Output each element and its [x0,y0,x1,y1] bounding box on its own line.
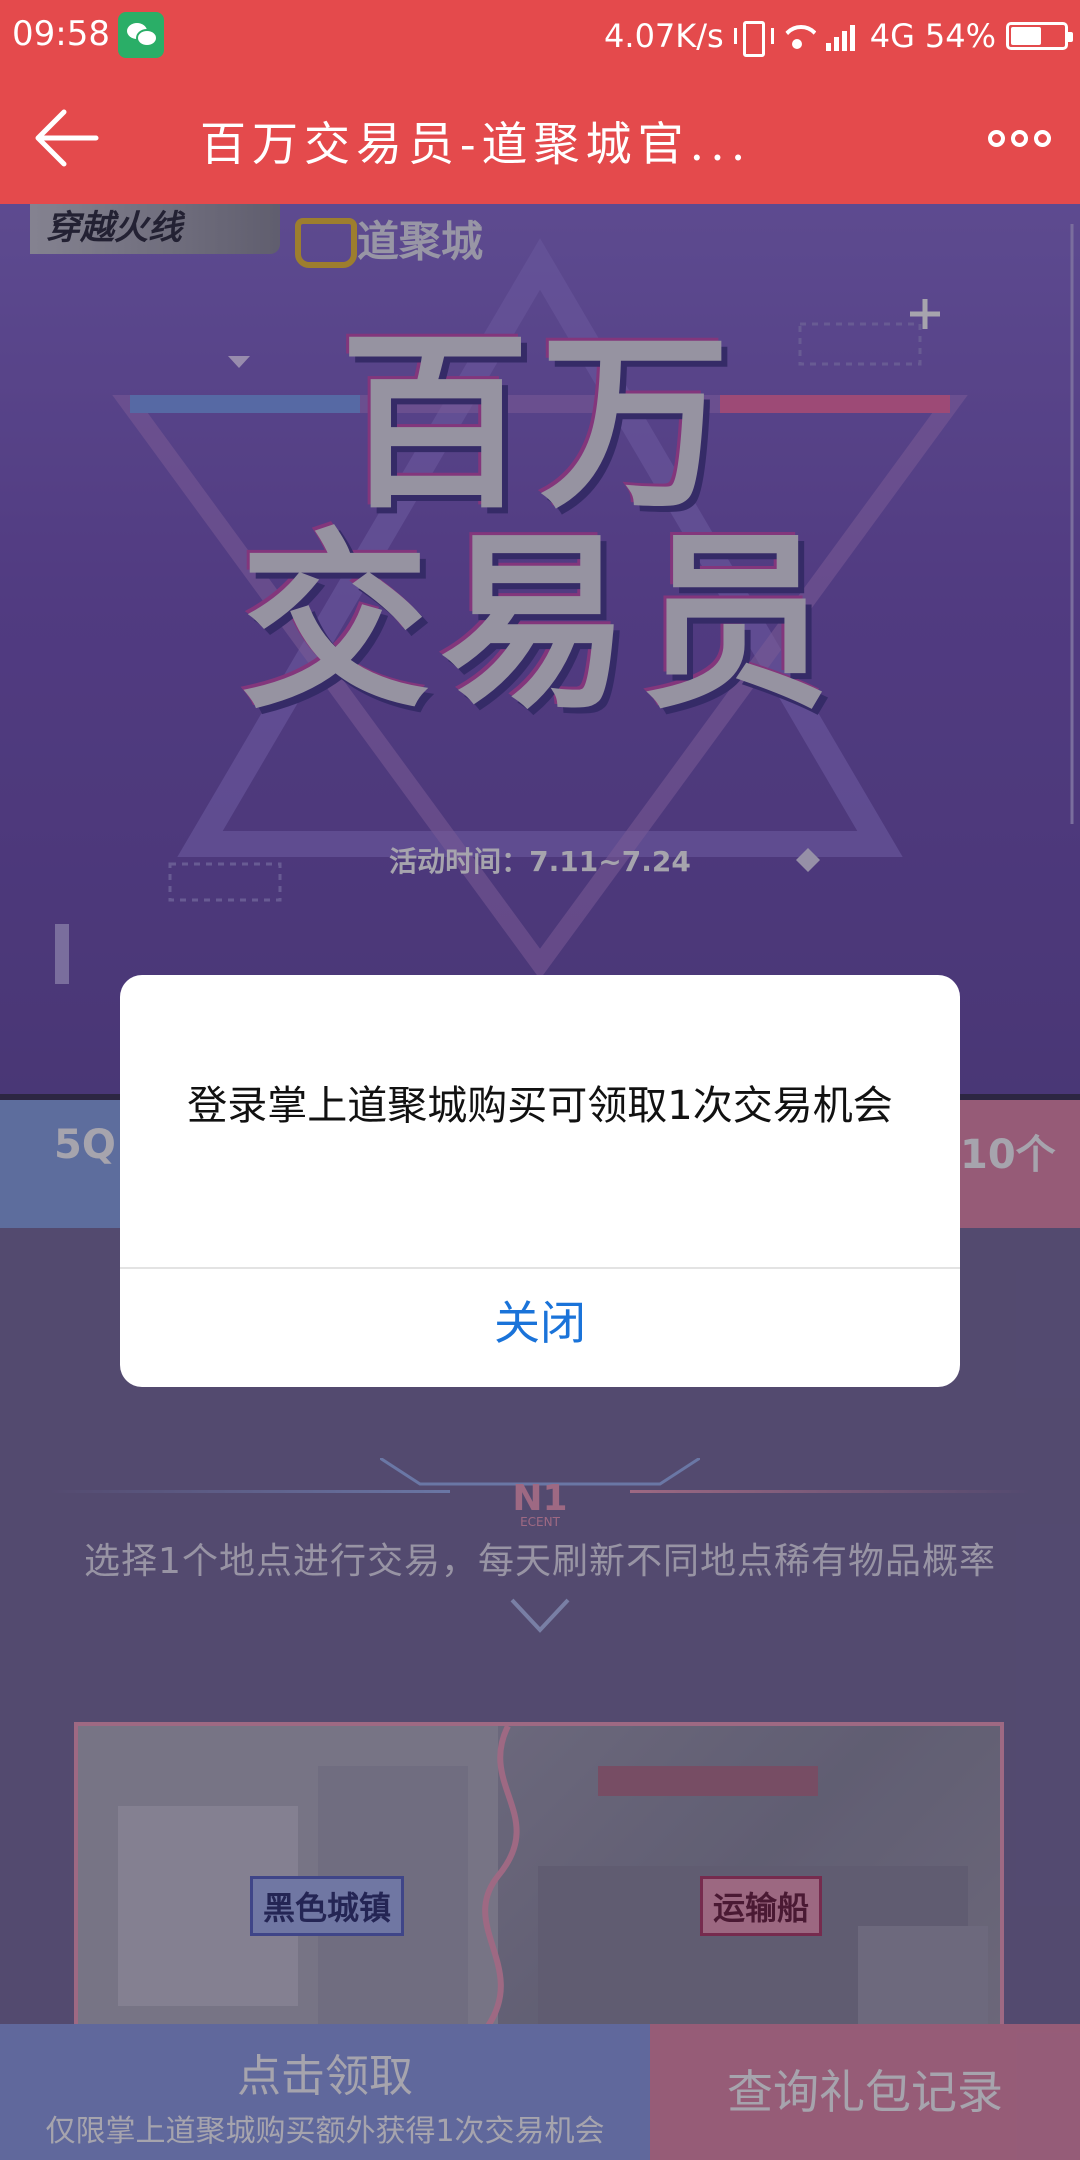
status-time: 09:58 [12,14,110,54]
network-speed: 4.07K/s [604,17,724,55]
battery-percent: 54% [924,17,996,55]
battery-fill [1011,27,1042,45]
dialog-message: 登录掌上道聚城购买可领取1次交易机会 [187,1083,893,1129]
more-dots-icon [988,129,1005,147]
signal-icon [825,21,860,51]
more-dot [1011,129,1028,147]
status-right: 4.07K/s 4G 54% [604,14,1073,58]
more-button[interactable] [988,122,1052,154]
page-title: 百万交易员-道聚城官... [200,117,752,171]
wifi-icon [778,21,816,51]
more-dot [1034,129,1051,147]
network-type: 4G [869,17,915,55]
status-bar: 09:58 4.07K/s 4G 54% [0,0,1080,72]
wechat-icon [118,12,164,58]
title-bar: 百万交易员-道聚城官... [0,72,1080,204]
alert-dialog: 登录掌上道聚城购买可领取1次交易机会 关闭 [120,975,960,1387]
battery-icon [1006,22,1073,50]
back-arrow-icon [35,109,99,167]
back-button[interactable] [30,106,100,170]
close-button[interactable]: 关闭 [120,1269,960,1387]
vibrate-icon [733,21,774,57]
